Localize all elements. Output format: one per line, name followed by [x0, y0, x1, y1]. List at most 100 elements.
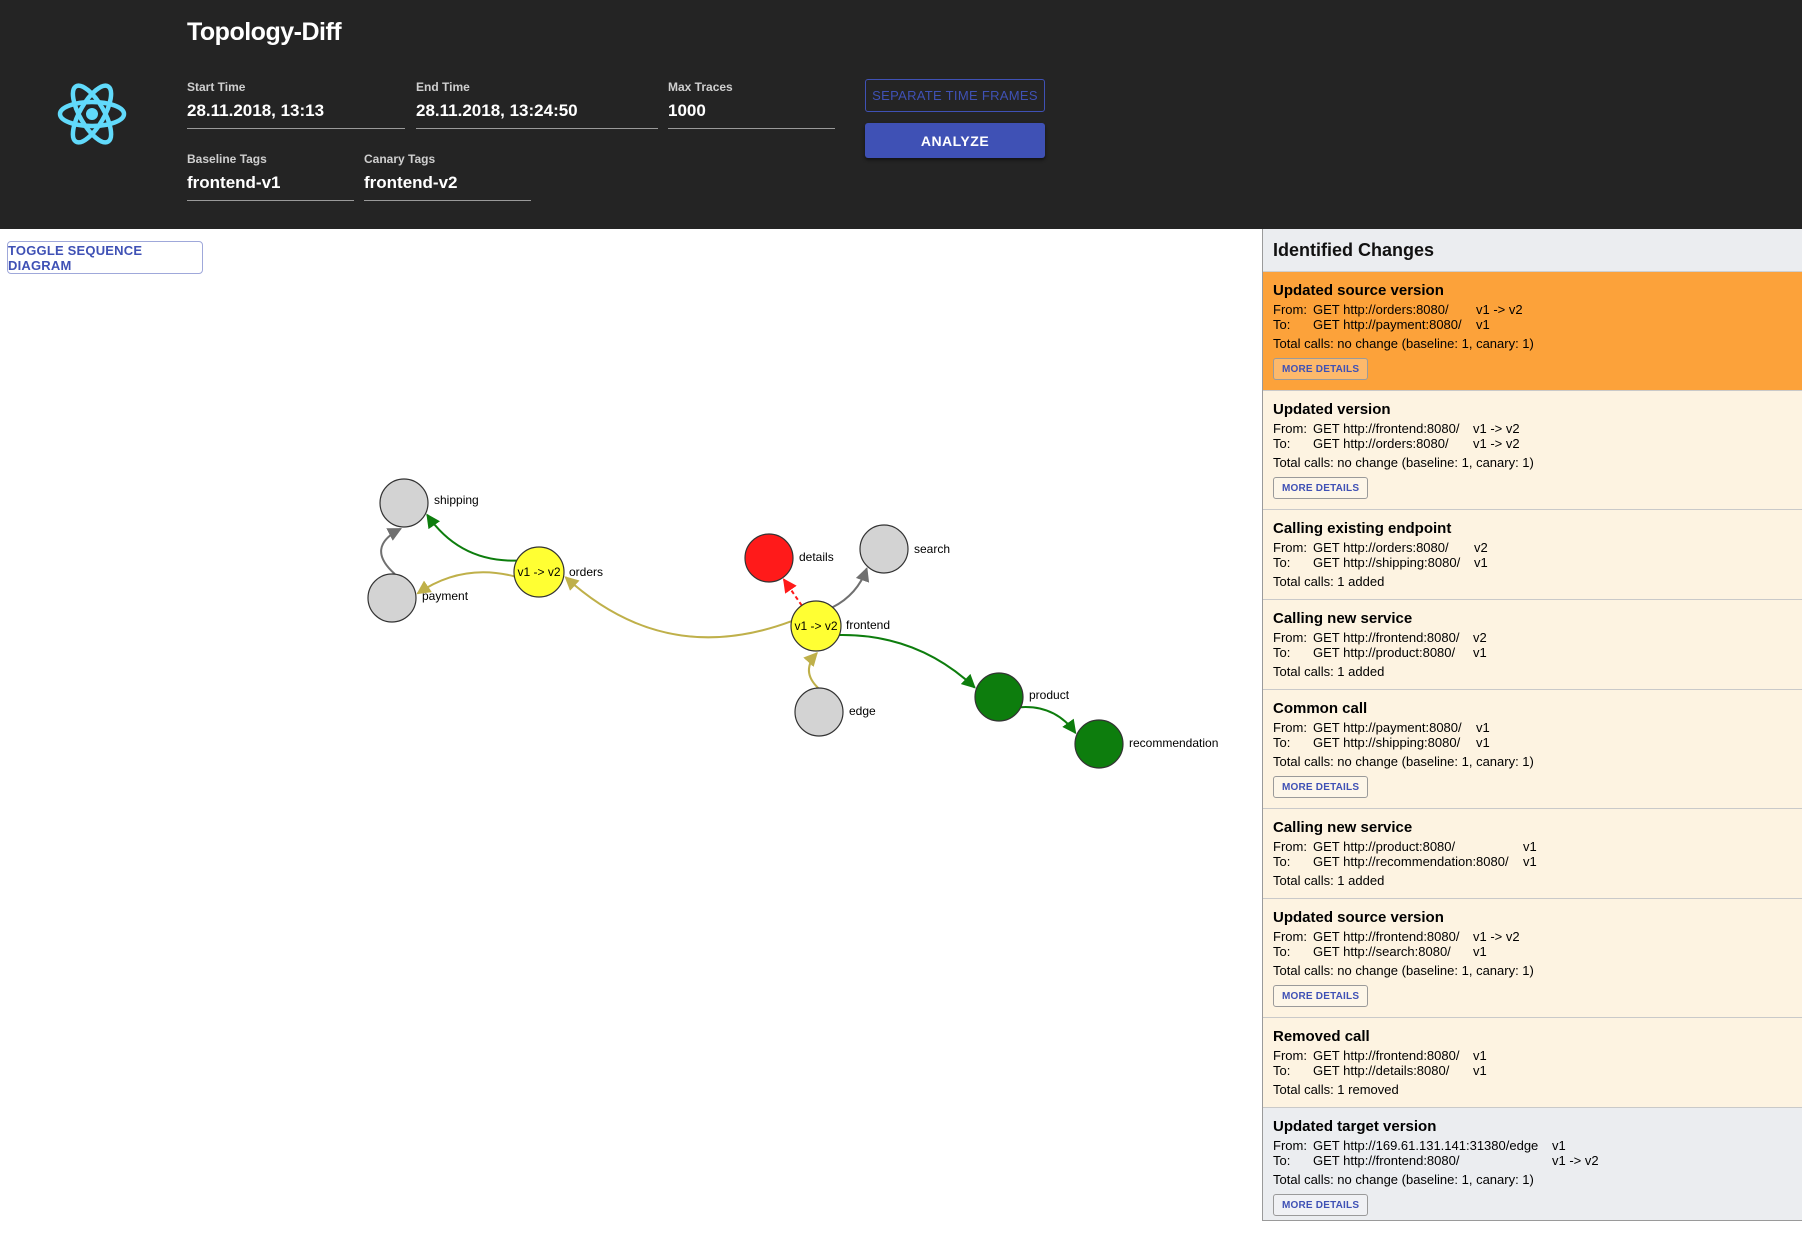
separate-time-frames-button[interactable]: SEPARATE TIME FRAMES — [865, 79, 1045, 112]
from-version: v2 — [1474, 540, 1488, 555]
total-calls: Total calls: no change (baseline: 1, can… — [1273, 963, 1534, 978]
from-version: v1 — [1473, 1048, 1487, 1063]
change-item[interactable]: Updated source version From: GET http://or… — [1263, 272, 1802, 391]
analyze-button[interactable]: ANALYZE — [865, 123, 1045, 158]
node-edge[interactable]: edge — [794, 687, 876, 737]
more-details-button[interactable]: MORE DETAILS — [1273, 477, 1369, 499]
to-version: v1 — [1523, 854, 1537, 869]
max-traces-input[interactable]: 1000 — [668, 101, 835, 129]
from-label: From: — [1273, 1138, 1307, 1153]
more-details-button[interactable]: MORE DETAILS — [1273, 358, 1369, 380]
from-version: v1 — [1476, 720, 1490, 735]
from-version: v1 -> v2 — [1473, 421, 1520, 436]
change-item[interactable]: Updated source version From: GET http://fr… — [1263, 899, 1802, 1018]
max-traces-label: Max Traces — [668, 80, 733, 94]
change-title: Updated source version — [1273, 909, 1444, 926]
app-header: Topology-Diff Start Time 28.11.2018, 13:… — [0, 0, 1802, 229]
baseline-tags-field[interactable]: Baseline Tags frontend-v1 — [187, 152, 354, 202]
from-endpoint: GET http://frontend:8080/ — [1313, 1048, 1460, 1063]
canary-tags-field[interactable]: Canary Tags frontend-v2 — [364, 152, 531, 202]
node-search[interactable]: search — [859, 524, 950, 574]
node-version: v1 -> v2 — [794, 619, 837, 633]
change-item[interactable]: Calling new service From: GET http://front… — [1263, 600, 1802, 690]
to-endpoint: GET http://shipping:8080/ — [1313, 555, 1461, 570]
to-label: To: — [1273, 944, 1291, 959]
edge-frontend-to-search — [832, 567, 870, 609]
from-endpoint: GET http://payment:8080/ — [1313, 720, 1462, 735]
total-calls: Total calls: 1 added — [1273, 574, 1385, 589]
baseline-tags-label: Baseline Tags — [187, 152, 267, 166]
end-time-input[interactable]: 28.11.2018, 13:24:50 — [416, 101, 658, 129]
total-calls: Total calls: 1 added — [1273, 664, 1385, 679]
change-item[interactable]: Calling existing endpoint From: GET http:/… — [1263, 510, 1802, 600]
change-title: Removed call — [1273, 1028, 1370, 1045]
node-circle[interactable] — [974, 672, 1024, 722]
start-time-field[interactable]: Start Time 28.11.2018, 13:13 — [187, 80, 405, 130]
to-endpoint: GET http://details:8080/ — [1313, 1063, 1450, 1078]
to-label: To: — [1273, 1063, 1291, 1078]
node-label: product — [1029, 688, 1070, 702]
to-label: To: — [1273, 735, 1291, 750]
topology-graph[interactable]: shipping payment v1 -> v2 orders details sear… — [0, 229, 1262, 1235]
change-title: Calling existing endpoint — [1273, 520, 1452, 537]
more-details-button[interactable]: MORE DETAILS — [1273, 985, 1369, 1007]
node-circle[interactable] — [379, 478, 429, 528]
node-version: v1 -> v2 — [517, 565, 560, 579]
node-label: search — [914, 542, 950, 556]
to-version: v1 — [1476, 317, 1490, 332]
identified-changes-panel: Identified Changes Updated source versio… — [1262, 229, 1802, 1221]
canary-tags-input[interactable]: frontend-v2 — [364, 173, 531, 201]
from-endpoint: GET http://frontend:8080/ — [1313, 421, 1460, 436]
from-version: v1 -> v2 — [1473, 929, 1520, 944]
node-frontend[interactable]: v1 -> v2 frontend — [790, 600, 890, 652]
max-traces-field[interactable]: Max Traces 1000 — [668, 80, 835, 130]
total-calls: Total calls: no change (baseline: 1, can… — [1273, 336, 1534, 351]
node-orders[interactable]: v1 -> v2 orders — [513, 546, 603, 598]
to-endpoint: GET http://product:8080/ — [1313, 645, 1456, 660]
edge-frontend-to-details — [782, 578, 803, 607]
edge-edge-to-frontend — [803, 651, 819, 689]
node-circle[interactable] — [859, 524, 909, 574]
app-title: Topology-Diff — [187, 18, 342, 46]
node-circle[interactable] — [1074, 719, 1124, 769]
to-label: To: — [1273, 1153, 1291, 1168]
node-recommendation[interactable]: recommendation — [1074, 719, 1218, 769]
more-details-button[interactable]: MORE DETAILS — [1273, 1194, 1369, 1216]
change-title: Calling new service — [1273, 610, 1413, 627]
node-details[interactable]: details — [744, 533, 834, 583]
node-shipping[interactable]: shipping — [379, 478, 479, 528]
start-time-input[interactable]: 28.11.2018, 13:13 — [187, 101, 405, 129]
node-payment[interactable]: payment — [367, 573, 469, 623]
edge-orders-to-shipping — [426, 513, 517, 562]
edge-payment-to-shipping — [380, 527, 402, 575]
change-item[interactable]: Updated target version From: GET http://16… — [1263, 1108, 1802, 1220]
to-endpoint: GET http://search:8080/ — [1313, 944, 1451, 959]
from-endpoint: GET http://169.61.131.141:31380/edge — [1313, 1138, 1539, 1153]
node-circle[interactable] — [367, 573, 417, 623]
to-label: To: — [1273, 436, 1291, 451]
from-label: From: — [1273, 839, 1307, 854]
change-item[interactable]: Updated version From: GET http://frontend:… — [1263, 391, 1802, 510]
end-time-label: End Time — [416, 80, 470, 94]
to-label: To: — [1273, 854, 1291, 869]
node-circle[interactable] — [794, 687, 844, 737]
from-version: v1 — [1552, 1138, 1566, 1153]
more-details-button[interactable]: MORE DETAILS — [1273, 776, 1369, 798]
change-item[interactable]: Calling new service From: GET http://produ… — [1263, 809, 1802, 899]
panel-title: Identified Changes — [1263, 229, 1802, 272]
to-endpoint: GET http://shipping:8080/ — [1313, 735, 1461, 750]
node-label: frontend — [846, 618, 890, 632]
total-calls: Total calls: 1 removed — [1273, 1082, 1399, 1097]
to-endpoint: GET http://orders:8080/ — [1313, 436, 1449, 451]
total-calls: Total calls: no change (baseline: 1, can… — [1273, 455, 1534, 470]
edge-frontend-to-product — [839, 634, 976, 689]
total-calls: Total calls: no change (baseline: 1, can… — [1273, 754, 1534, 769]
canary-tags-label: Canary Tags — [364, 152, 436, 166]
baseline-tags-input[interactable]: frontend-v1 — [187, 173, 354, 201]
to-endpoint: GET http://payment:8080/ — [1313, 317, 1462, 332]
change-item[interactable]: Common call From: GET http://payment:8080/… — [1263, 690, 1802, 809]
node-circle[interactable] — [744, 533, 794, 583]
to-version: v1 — [1473, 944, 1487, 959]
end-time-field[interactable]: End Time 28.11.2018, 13:24:50 — [416, 80, 658, 130]
change-item[interactable]: Removed call From: GET http://frontend:808… — [1263, 1018, 1802, 1108]
